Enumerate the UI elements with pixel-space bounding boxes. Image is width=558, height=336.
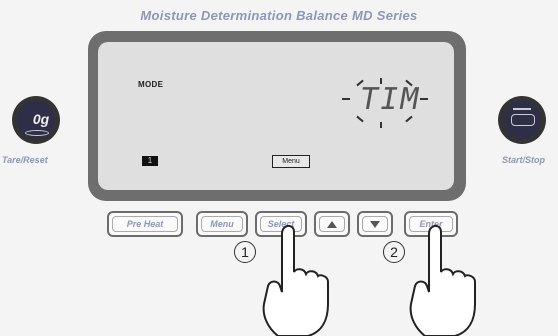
step-1-marker: 1	[234, 241, 256, 263]
step-2-marker: 2	[383, 241, 405, 263]
pointing-hand-icon	[409, 224, 476, 336]
blink-ray-icon	[380, 78, 382, 84]
indicator-menu: Menu	[272, 155, 310, 168]
start-stop-icon-line	[513, 108, 531, 110]
preheat-key[interactable]: Pre Heat	[107, 211, 183, 237]
menu-key-label: Menu	[201, 216, 243, 232]
indicator-1: 1	[142, 156, 158, 166]
tare-reset-label: Tare/Reset	[2, 155, 48, 165]
down-arrow-icon	[362, 216, 388, 232]
down-key[interactable]	[357, 211, 393, 237]
device-title: Moisture Determination Balance MD Series	[140, 8, 418, 23]
tare-reset-button[interactable]: 0g	[12, 96, 60, 144]
tare-icon: 0g	[17, 101, 55, 139]
menu-key[interactable]: Menu	[196, 211, 248, 237]
preheat-key-label: Pre Heat	[112, 216, 178, 232]
start-stop-label: Start/Stop	[502, 155, 546, 165]
mode-label: MODE	[138, 80, 164, 89]
blink-ray-icon	[380, 122, 382, 128]
start-stop-button[interactable]	[498, 96, 546, 144]
tare-icon-text: 0g	[32, 111, 50, 127]
pointing-hand-icon	[262, 224, 329, 336]
start-stop-icon-shape	[511, 114, 535, 126]
blink-ray-icon	[342, 98, 350, 100]
tare-underline	[25, 130, 49, 136]
segment-display-text: TIM	[356, 82, 424, 117]
blink-ray-icon	[420, 98, 428, 100]
start-stop-icon	[503, 101, 541, 139]
